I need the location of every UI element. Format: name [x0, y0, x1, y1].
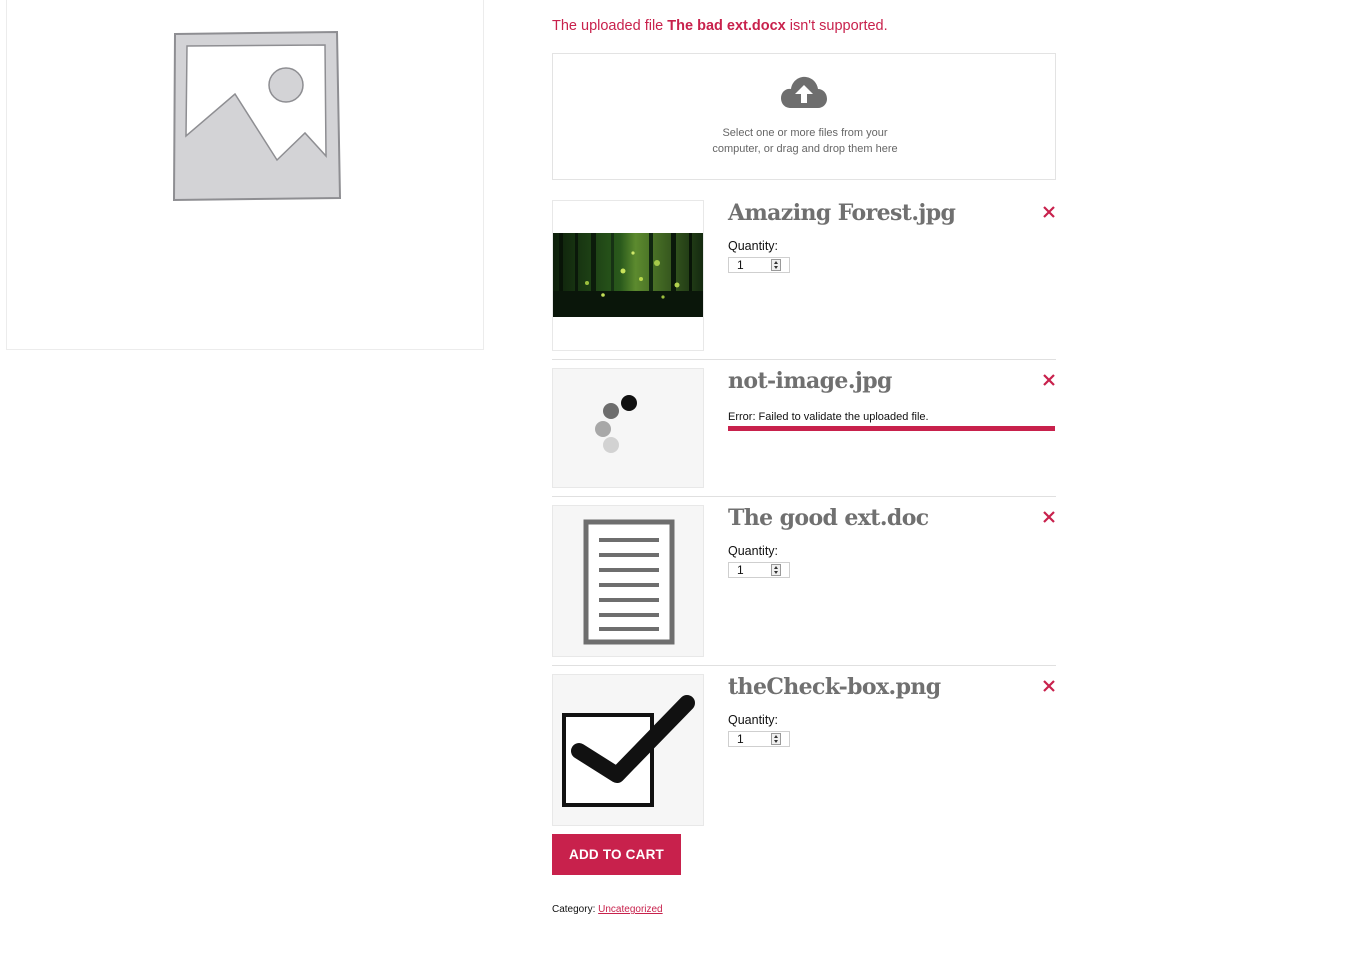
file-error-message: Error: Failed to validate the uploaded f…: [728, 411, 929, 423]
file-item: Amazing Forest.jpg Quantity:: [552, 200, 1056, 351]
file-item: not-image.jpg Error: Failed to validate …: [552, 368, 1056, 488]
dropzone-text-line1: Select one or more files from your: [722, 127, 888, 139]
upload-progress-fill: [728, 426, 1055, 431]
file-name: Amazing Forest.jpg: [728, 200, 956, 226]
product-meta: Category: Uncategorized: [552, 904, 663, 915]
notice-filename: The bad ext.docx: [667, 18, 786, 34]
remove-file-icon[interactable]: [1041, 204, 1057, 220]
quantity-stepper[interactable]: [728, 257, 790, 273]
file-name: The good ext.doc: [728, 505, 929, 531]
dropzone-text-line2: computer, or drag and drop them here: [712, 143, 898, 155]
quantity-label: Quantity:: [728, 544, 779, 558]
dropzone-text: Select one or more files from your compu…: [695, 125, 915, 157]
file-thumbnail: [552, 368, 704, 488]
quantity-spin-buttons[interactable]: [771, 564, 781, 576]
file-thumbnail: [552, 200, 704, 351]
divider: [552, 665, 1056, 666]
add-to-cart-button[interactable]: ADD TO CART: [552, 834, 681, 875]
quantity-stepper[interactable]: [728, 562, 790, 578]
forest-photo: [553, 233, 703, 317]
remove-file-icon[interactable]: [1041, 509, 1057, 525]
category-label: Category:: [552, 904, 599, 915]
image-placeholder-icon: [172, 30, 342, 202]
quantity-label: Quantity:: [728, 713, 779, 727]
file-item: theCheck-box.png Quantity:: [552, 674, 1056, 826]
checkbox-icon: [562, 695, 695, 807]
loading-spinner-icon: [595, 395, 637, 453]
quantity-stepper[interactable]: [728, 731, 790, 747]
notice-suffix: isn't supported.: [785, 18, 888, 34]
file-dropzone[interactable]: Select one or more files from your compu…: [552, 53, 1056, 180]
file-thumbnail: [552, 674, 704, 826]
file-name: not-image.jpg: [728, 368, 892, 394]
document-icon: [583, 519, 675, 645]
upload-error-notice: The uploaded file The bad ext.docx isn't…: [552, 18, 888, 34]
product-gallery: [6, 0, 484, 350]
remove-file-icon[interactable]: [1041, 678, 1057, 694]
file-thumbnail: [552, 505, 704, 657]
divider: [552, 359, 1056, 360]
file-name: theCheck-box.png: [728, 674, 941, 700]
quantity-spin-buttons[interactable]: [771, 259, 781, 271]
category-link[interactable]: Uncategorized: [598, 904, 662, 915]
file-item: The good ext.doc Quantity:: [552, 505, 1056, 657]
upload-progress-bar: [728, 426, 1055, 431]
notice-prefix: The uploaded file: [552, 18, 668, 34]
divider: [552, 496, 1056, 497]
quantity-spin-buttons[interactable]: [771, 733, 781, 745]
quantity-label: Quantity:: [728, 239, 779, 253]
remove-file-icon[interactable]: [1041, 372, 1057, 388]
cloud-upload-icon: [781, 76, 827, 108]
